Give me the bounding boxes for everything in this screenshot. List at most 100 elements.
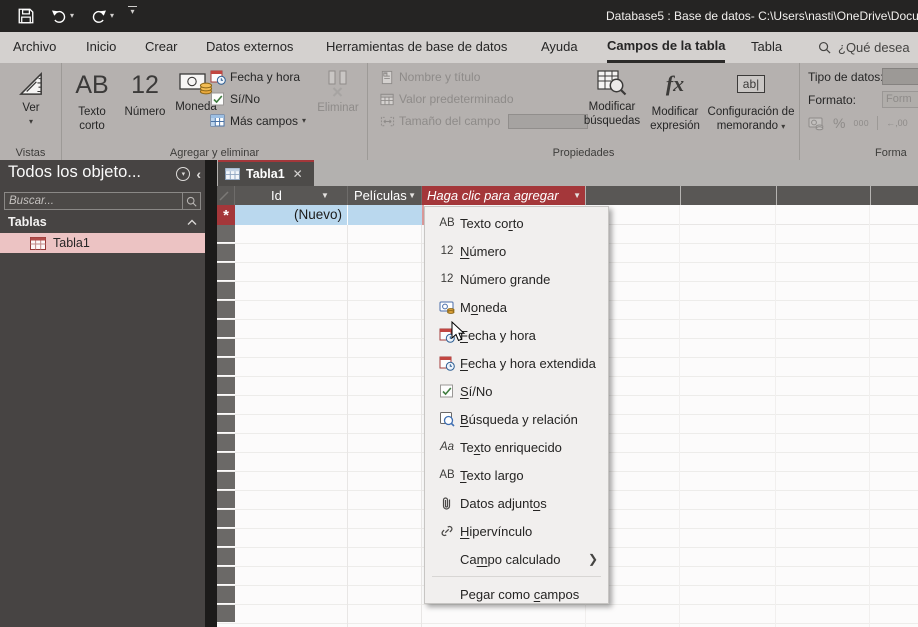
row-selector[interactable]: [217, 415, 235, 432]
menu-item-moneda[interactable]: Moneda: [425, 293, 608, 321]
row-selector[interactable]: [217, 453, 235, 470]
column-header-add-field[interactable]: Haga clic para agregar ▼: [422, 186, 585, 205]
row-selector[interactable]: [217, 567, 235, 584]
column-header-id[interactable]: Id ▼: [235, 186, 348, 205]
menu-item-texto-corto[interactable]: AB Texto corto: [425, 209, 608, 237]
tab-datos-externos[interactable]: Datos externos: [206, 32, 293, 63]
menu-item-numero[interactable]: 12 Número: [425, 237, 608, 265]
undo-button[interactable]: ▾: [50, 6, 74, 26]
row-selector[interactable]: [217, 434, 235, 451]
cell-id-new[interactable]: (Nuevo): [235, 205, 348, 225]
undo-dropdown-caret[interactable]: ▾: [70, 12, 74, 20]
access-window: ▾ ▾ ▾ Database5 : Base de datos- C:\User…: [0, 0, 918, 627]
si-no-button[interactable]: Sí/No: [210, 88, 306, 110]
fecha-y-hora-button[interactable]: Fecha y hora: [210, 66, 306, 88]
menu-item-fecha-y-hora-extendida[interactable]: Fecha y hora extendida: [425, 349, 608, 377]
column-header-empty[interactable]: [776, 186, 870, 205]
menu-item-pegar-como-campos[interactable]: Pegar como campos: [425, 580, 608, 608]
menu-item-busqueda-y-relacion[interactable]: Búsqueda y relación: [425, 405, 608, 433]
save-button[interactable]: [17, 6, 35, 26]
row-selector[interactable]: [217, 320, 235, 337]
menu-item-texto-largo[interactable]: AB Texto largo: [425, 461, 608, 489]
pane-separator[interactable]: [205, 160, 217, 627]
cell-peliculas-new[interactable]: [348, 205, 422, 225]
row-selector[interactable]: [217, 244, 235, 261]
document-tab-label: Tabla1: [246, 167, 285, 181]
menu-item-label: Texto enriquecido: [460, 439, 562, 455]
eliminar-button: Eliminar: [312, 65, 364, 115]
row-selector[interactable]: [217, 472, 235, 489]
menu-item-label: Datos adjuntos: [460, 495, 547, 511]
row-selector[interactable]: [217, 377, 235, 394]
filter-dropdown-icon[interactable]: ▼: [408, 191, 416, 200]
title-bar: ▾ ▾ ▾ Database5 : Base de datos- C:\User…: [0, 0, 918, 32]
row-selector[interactable]: [217, 263, 235, 280]
name-caption-icon: [381, 70, 393, 84]
new-record-selector[interactable]: *: [217, 205, 235, 225]
tell-me-search[interactable]: ¿Qué desea: [818, 32, 910, 63]
tab-tabla[interactable]: Tabla: [751, 32, 782, 63]
tab-crear[interactable]: Crear: [145, 32, 178, 63]
modificar-expresion-button[interactable]: fx Modificar expresión: [645, 65, 705, 134]
tipo-de-datos-dropdown[interactable]: [882, 68, 918, 85]
menu-item-campo-calculado[interactable]: Campo calculado ❯: [425, 545, 608, 573]
chevron-up-icon: [187, 219, 197, 225]
column-header-peliculas[interactable]: Películas ▼: [348, 186, 422, 205]
table-icon: [30, 236, 46, 250]
numero-button[interactable]: 12 Número: [120, 65, 170, 119]
row-selector[interactable]: [217, 339, 235, 356]
nav-search-box[interactable]: Buscar...: [4, 192, 201, 210]
column-header-empty[interactable]: [680, 186, 776, 205]
group-label-formato: Forma: [875, 147, 907, 159]
tab-inicio[interactable]: Inicio: [86, 32, 116, 63]
column-header-empty[interactable]: [870, 186, 918, 205]
redo-dropdown-caret[interactable]: ▾: [110, 12, 114, 20]
menu-item-label: Fecha y hora extendida: [460, 355, 596, 371]
nav-menu-dropdown-icon[interactable]: ▾: [176, 167, 191, 181]
menu-item-numero-grande[interactable]: 12 Número grande: [425, 265, 608, 293]
menu-item-texto-enriquecido[interactable]: Aa Texto enriquecido: [425, 433, 608, 461]
navigation-pane-title[interactable]: Todos los objeto...: [8, 163, 141, 182]
customize-quick-access-toolbar-button[interactable]: ▾: [128, 6, 137, 26]
ribbon-group-formato: Tipo de datos: Formato: Form % 000 ←,00 …: [800, 63, 918, 160]
row-selector[interactable]: [217, 282, 235, 299]
tab-campos-de-la-tabla[interactable]: Campos de la tabla: [607, 32, 726, 63]
menu-item-datos-adjuntos[interactable]: Datos adjuntos: [425, 489, 608, 517]
configuracion-memorando-button[interactable]: ab| Configuración de memorando ▾: [705, 65, 797, 134]
configuracion-memorando-label: Configuración de memorando ▾: [707, 106, 795, 133]
row-selector[interactable]: [217, 529, 235, 546]
row-selector[interactable]: [217, 396, 235, 413]
document-tab-tabla1[interactable]: Tabla1 ✕: [218, 160, 314, 186]
row-selector[interactable]: [217, 510, 235, 527]
texto-corto-label: Texto corto: [78, 106, 106, 133]
nav-section-label: Tablas: [8, 215, 47, 229]
close-icon[interactable]: ✕: [293, 167, 303, 181]
row-selector[interactable]: [217, 301, 235, 318]
datasheet-view-icon: [19, 72, 42, 95]
nav-item-tabla1[interactable]: Tabla1: [0, 233, 205, 253]
filter-dropdown-icon[interactable]: ▼: [321, 191, 329, 200]
select-all-corner-cell[interactable]: [217, 186, 235, 205]
row-selector[interactable]: [217, 586, 235, 603]
redo-button[interactable]: ▾: [90, 6, 114, 26]
column-header-empty[interactable]: [585, 186, 680, 205]
tab-ayuda[interactable]: Ayuda: [541, 32, 578, 63]
row-selector[interactable]: [217, 358, 235, 375]
ver-label: Ver: [22, 102, 40, 114]
modificar-busquedas-button[interactable]: Modificar búsquedas: [581, 65, 643, 129]
mas-campos-button[interactable]: Más campos ▾: [210, 110, 306, 132]
row-selector[interactable]: [217, 548, 235, 565]
row-selector[interactable]: [217, 605, 235, 622]
row-selector[interactable]: [217, 491, 235, 508]
search-icon[interactable]: [182, 193, 200, 209]
texto-corto-button[interactable]: AB Texto corto: [66, 65, 118, 134]
tab-herramientas-de-base-de-datos[interactable]: Herramientas de base de datos: [326, 32, 507, 63]
row-selector[interactable]: [217, 225, 235, 242]
tab-archivo[interactable]: Archivo: [13, 32, 56, 63]
shutter-bar-collapse-icon[interactable]: ‹: [196, 167, 201, 181]
nav-section-tablas[interactable]: Tablas: [0, 213, 205, 231]
menu-item-si-no[interactable]: Sí/No: [425, 377, 608, 405]
ver-button[interactable]: Ver ▾: [8, 65, 54, 126]
menu-item-hipervinculo[interactable]: Hipervínculo: [425, 517, 608, 545]
dropdown-caret-icon[interactable]: ▼: [573, 191, 581, 200]
